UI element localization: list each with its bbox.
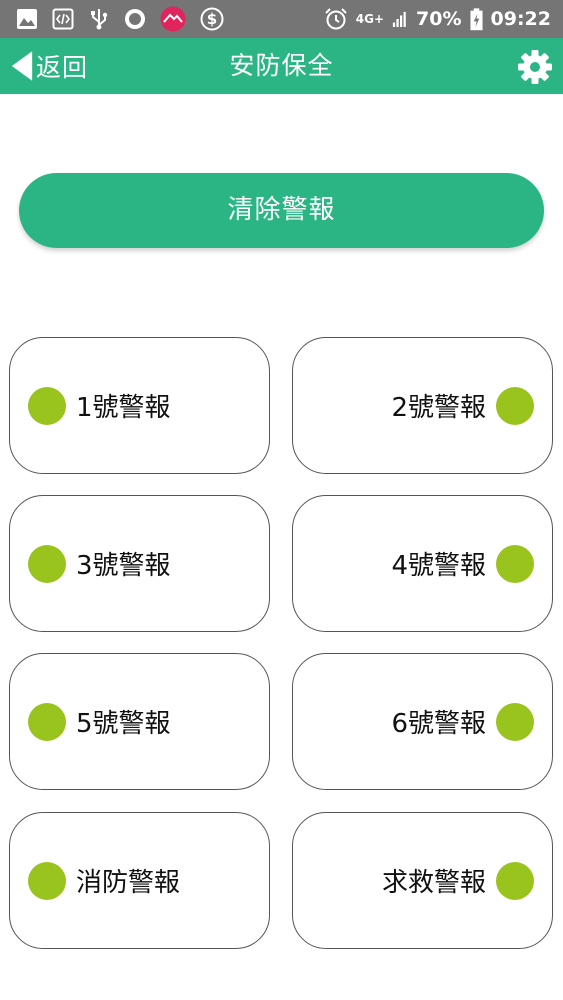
alarm-label: 1號警報 — [76, 393, 171, 423]
alarm-status-indicator — [28, 702, 66, 741]
gear-icon[interactable] — [517, 49, 553, 85]
alarm-label: 消防警報 — [76, 868, 181, 898]
alarm-card-1[interactable]: 1號警報 — [9, 337, 270, 474]
alarm-icon — [325, 8, 347, 30]
alarm-card-4[interactable]: 4號警報 — [292, 495, 553, 632]
app-bar: 返回 安防保全 — [0, 38, 563, 94]
alarm-card-3[interactable]: 3號警報 — [9, 495, 270, 632]
mountain-app-icon — [160, 6, 186, 32]
clock: 09:22 — [490, 8, 551, 30]
alarm-status-indicator — [28, 861, 66, 900]
dollar-icon: $ — [200, 7, 224, 31]
alarm-label: 5號警報 — [76, 709, 171, 739]
code-icon — [52, 8, 74, 30]
clear-alarms-button[interactable]: 清除警報 — [19, 173, 544, 248]
notification-icons: $ — [16, 5, 224, 33]
alarm-label: 求救警報 — [381, 868, 486, 898]
system-status: 4G+ 70% 09:22 — [324, 5, 551, 33]
alarm-label: 2號警報 — [391, 393, 486, 423]
battery-percent: 70% — [416, 8, 462, 30]
alarm-status-indicator — [496, 702, 534, 741]
alarm-status-indicator — [28, 386, 66, 425]
alarm-card-6[interactable]: 6號警報 — [292, 653, 553, 790]
alarm-label: 6號警報 — [391, 709, 486, 739]
alarm-status-indicator — [496, 386, 534, 425]
alarm-label: 3號警報 — [76, 551, 171, 581]
signal-icon — [392, 11, 406, 27]
network-type: 4G+ — [355, 12, 385, 26]
image-icon — [17, 9, 37, 29]
alarm-card-2[interactable]: 2號警報 — [292, 337, 553, 474]
battery-icon — [469, 7, 483, 30]
alarm-label: 4號警報 — [391, 551, 486, 581]
usb-icon — [91, 9, 108, 30]
alarm-card-5[interactable]: 5號警報 — [9, 653, 270, 790]
alarm-card-fire[interactable]: 消防警報 — [9, 812, 270, 949]
alarm-status-indicator — [496, 544, 534, 583]
alarm-status-indicator — [28, 544, 66, 583]
alarm-card-sos[interactable]: 求救警報 — [292, 812, 553, 949]
record-icon — [125, 9, 145, 29]
alarm-status-indicator — [496, 861, 534, 900]
svg-text:$: $ — [207, 10, 217, 28]
page-title: 安防保全 — [229, 51, 334, 80]
status-bar: $ 4G+ 70% 09:22 — [0, 0, 563, 38]
